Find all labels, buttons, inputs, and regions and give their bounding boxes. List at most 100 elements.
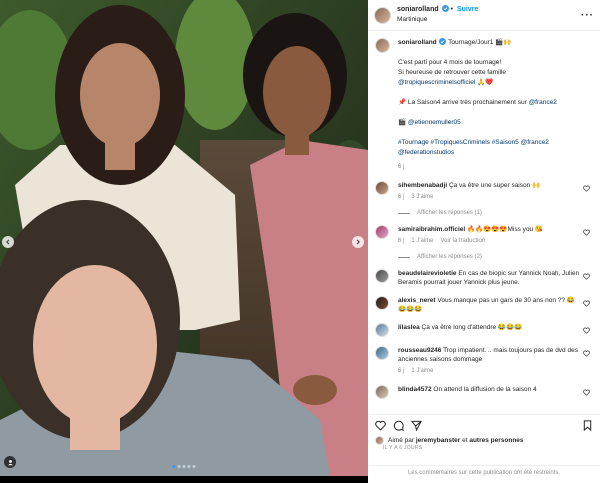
comment-item: samiraibrahim.officiel 🔥🔥😍😍😍Miss you 😘 6… (375, 225, 590, 246)
liked-user-link[interactable]: jeremybanster (416, 437, 460, 444)
view-replies-button[interactable]: Afficher les réponses (1) (398, 210, 590, 216)
avatar[interactable] (375, 296, 389, 310)
heart-icon[interactable] (583, 389, 590, 396)
mention-link[interactable]: @france2 (529, 99, 557, 106)
comment-username[interactable]: sihembenabadji (398, 182, 447, 189)
post-side-panel: soniarolland • Suivre Martinique ··· son… (368, 0, 600, 483)
tagged-users-button[interactable] (4, 456, 16, 468)
comment-likes[interactable]: 1 J'aime (411, 368, 433, 374)
header-meta: soniarolland • Suivre Martinique (397, 5, 478, 25)
carousel-dot (182, 465, 186, 468)
comment-item: lilaslea Ça va être long d'attendre 😂😂😂 (375, 323, 590, 337)
more-icon[interactable]: ··· (581, 10, 594, 21)
comment-item: sihembenabadji Ça va être une super sais… (375, 181, 590, 202)
post-actions: Aimé par jeremybanster et autres personn… (368, 414, 600, 456)
comment-body: blinda4572 On attend la diffusion de la … (398, 385, 590, 394)
selfie-image (0, 0, 368, 476)
comment-username[interactable]: samiraibrahim.officiel (398, 226, 465, 233)
caption-emoji: 🙏❤️ (475, 79, 494, 86)
heart-icon[interactable] (583, 327, 590, 334)
avatar[interactable] (375, 323, 389, 337)
action-icons (375, 420, 593, 431)
caption-username[interactable]: soniarolland (398, 39, 437, 46)
heart-icon[interactable] (583, 185, 590, 192)
caption-paragraph-2: 📌 La Saison4 arrive très prochainement s… (398, 98, 590, 108)
post-photo[interactable] (0, 0, 368, 476)
hashtag-links[interactable]: #Tournage #TropiquesCriminels #Saison5 @… (398, 139, 549, 146)
chevron-right-icon (356, 239, 360, 245)
comment-username[interactable]: beaudelairevioletie (398, 270, 457, 277)
caption-title-line: soniarolland Tournage/Jour1 🎬🙌 (398, 38, 590, 48)
save-icon[interactable] (582, 420, 593, 431)
avatar[interactable] (375, 225, 389, 239)
comment-body: lilaslea Ça va être long d'attendre 😂😂😂 (398, 323, 590, 332)
replies-line (398, 212, 410, 214)
avatar[interactable] (375, 181, 389, 195)
caption: soniarolland Tournage/Jour1 🎬🙌 C'est par… (375, 38, 590, 172)
caption-paragraph-3: 🎬 @etiennemuller05 (398, 118, 590, 128)
liked-others-link[interactable]: autres personnes (469, 437, 523, 444)
caption-paragraph-4: #Tournage #TropiquesCriminels #Saison5 @… (398, 138, 590, 158)
comment-username[interactable]: blinda4572 (398, 386, 432, 393)
avatar[interactable] (375, 38, 390, 53)
replies-line (398, 256, 410, 258)
caption-line: 📌 La Saison4 arrive très prochainement s… (398, 99, 529, 106)
author-username[interactable]: soniarolland (397, 6, 439, 13)
comment-item: blinda4572 On attend la diffusion de la … (375, 385, 590, 399)
dot-separator: • (450, 6, 453, 13)
heart-icon[interactable] (583, 273, 590, 280)
post-header: soniarolland • Suivre Martinique ··· (368, 0, 600, 31)
avatar[interactable] (375, 436, 384, 445)
avatar[interactable] (375, 346, 389, 360)
comment-likes[interactable]: 3 J'aime (411, 194, 433, 200)
heart-icon[interactable] (583, 300, 590, 307)
share-icon[interactable] (411, 420, 422, 431)
comment-username[interactable]: alexis_neret (398, 297, 436, 304)
comment-body: sihembenabadji Ça va être une super sais… (398, 181, 590, 202)
next-photo-button[interactable] (352, 236, 364, 248)
comment-text: Ça va être long d'attendre 😂😂😂 (421, 324, 523, 331)
comment-age: 6 j (398, 368, 405, 374)
comments-list[interactable]: soniarolland Tournage/Jour1 🎬🙌 C'est par… (368, 31, 600, 414)
carousel-dot (177, 465, 181, 468)
caption-line: Si heureuse de retrouver cette famille (398, 69, 507, 76)
follow-button[interactable]: Suivre (457, 6, 478, 13)
caption-age: 6 j (398, 164, 405, 170)
comment-age: 6 j (398, 238, 405, 244)
comment-likes[interactable]: 1 J'aime (411, 238, 433, 244)
mention-link[interactable]: @tropiquescriminelsofficiel (398, 79, 475, 86)
comments-restricted-notice: Les commentaires sur cette publication o… (368, 465, 600, 476)
mention-link[interactable]: @etiennemuller05 (408, 119, 461, 126)
comment-item: rousseau9246 Trop impatient. .. mais tou… (375, 346, 590, 376)
carousel-dot (187, 465, 191, 468)
post-date: IL Y A 6 JOURS (383, 445, 423, 451)
replies-label: Afficher les réponses (2) (417, 254, 482, 260)
comment-age: 6 j (398, 194, 405, 200)
heart-icon[interactable] (583, 229, 590, 236)
carousel-dots (172, 465, 196, 468)
caption-text: soniarolland Tournage/Jour1 🎬🙌 C'est par… (398, 38, 590, 172)
previous-photo-button[interactable] (2, 236, 14, 248)
comment-text: On attend la diffusion de la saison 4 (433, 386, 537, 393)
comment-body: beaudelairevioletie En cas de biopic sur… (398, 269, 590, 287)
caption-line: C'est parti pour 4 mois de tournage! (398, 59, 502, 66)
avatar[interactable] (375, 385, 389, 399)
comment-username[interactable]: lilaslea (398, 324, 420, 331)
comment-icon[interactable] (393, 420, 404, 431)
comment-username[interactable]: rousseau9246 (398, 347, 441, 354)
location-link[interactable]: Martinique (397, 15, 478, 25)
avatar[interactable] (374, 6, 391, 24)
mention-link[interactable]: @federationstudios (398, 149, 454, 156)
heart-icon[interactable] (583, 350, 590, 357)
heart-icon[interactable] (375, 420, 386, 431)
comment-item: beaudelairevioletie En cas de biopic sur… (375, 269, 590, 287)
caption-title: Tournage/Jour1 🎬🙌 (448, 39, 512, 46)
comment-body: alexis_neret Vous manque pas un gars de … (398, 296, 590, 314)
liked-by: Aimé par jeremybanster et autres personn… (375, 436, 593, 445)
avatar[interactable] (375, 269, 389, 283)
liked-by-text: Aimé par jeremybanster et autres personn… (388, 437, 524, 444)
see-translation-button[interactable]: Voir la traduction (441, 238, 486, 244)
carousel-dot (192, 465, 196, 468)
view-replies-button[interactable]: Afficher les réponses (2) (398, 254, 590, 260)
comment-meta: 6 j 1 J'aime Voir la traduction (398, 237, 580, 246)
